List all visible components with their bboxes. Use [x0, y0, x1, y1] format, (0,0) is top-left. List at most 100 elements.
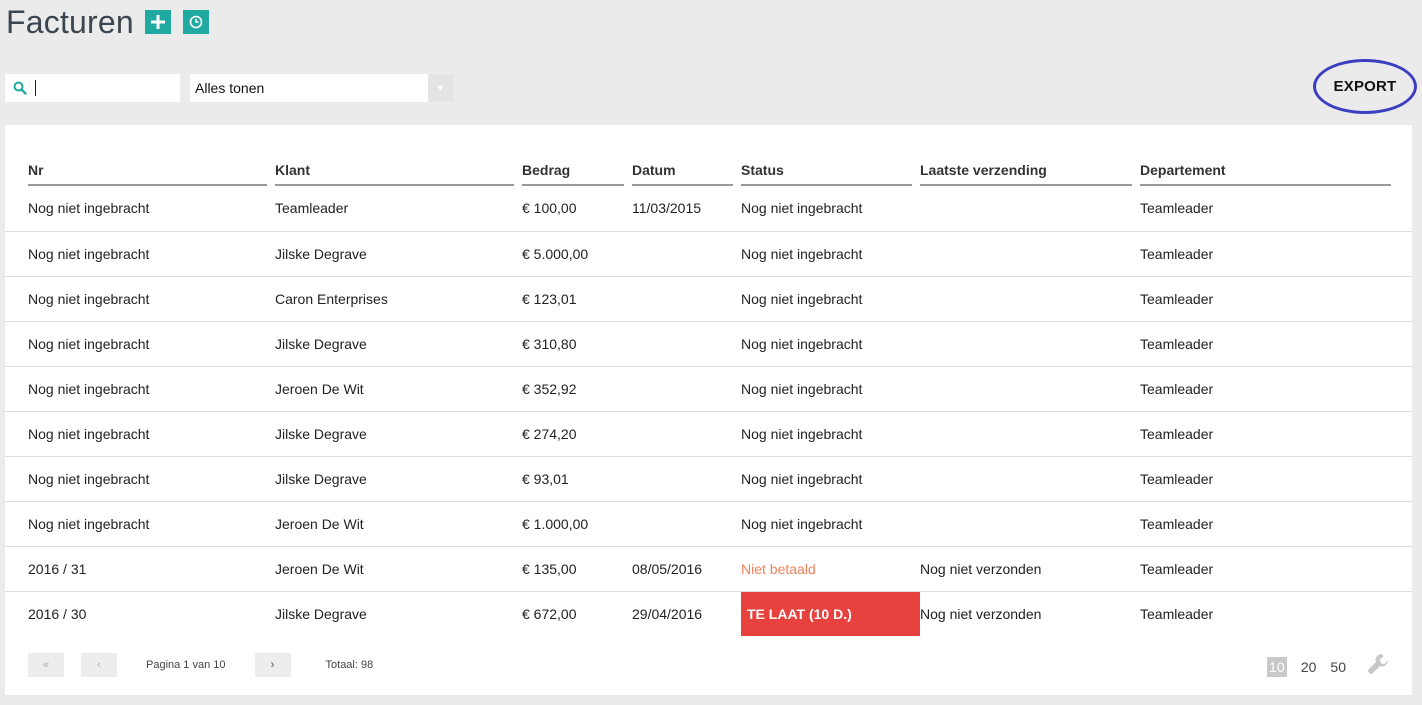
- cell-nr: Nog niet ingebracht: [5, 231, 275, 277]
- page-size-selector: 10 20 50: [1266, 652, 1390, 681]
- invoices-panel: Nr Klant Bedrag Datum Status Laatste ver…: [5, 125, 1412, 695]
- cell-nr: Nog niet ingebracht: [5, 501, 275, 547]
- add-invoice-button[interactable]: [144, 10, 171, 34]
- page-size-10[interactable]: 10: [1266, 656, 1287, 677]
- cell-departement: Teamleader: [1140, 411, 1412, 457]
- cell-departement: Teamleader: [1140, 605, 1214, 622]
- plus-icon: [150, 15, 165, 29]
- column-header-datum[interactable]: Datum: [632, 149, 741, 186]
- cell-laatste-verzending: [920, 501, 1140, 547]
- cell-klant: Jilske Degrave: [275, 605, 367, 622]
- cell-datum: 08/05/2016: [632, 546, 741, 592]
- cell-departement: Teamleader: [1140, 321, 1412, 367]
- table-row[interactable]: Nog niet ingebracht Caron Enterprises € 12…: [5, 276, 1412, 322]
- prev-page-button[interactable]: ‹: [81, 653, 117, 677]
- cell-departement: Teamleader: [1140, 186, 1412, 232]
- cell-bedrag: € 135,00: [522, 546, 632, 592]
- chevron-down-icon[interactable]: ▼: [428, 74, 453, 102]
- table-row[interactable]: Nog niet ingebracht Jilske Degrave € 5.000…: [5, 231, 1412, 277]
- page-header: Facturen: [6, 2, 209, 42]
- cell-nr: Nog niet ingebracht: [5, 411, 275, 457]
- cell-status: Nog niet ingebracht: [741, 366, 920, 412]
- cell-departement: Teamleader: [1140, 546, 1412, 592]
- cell-status: Nog niet ingebracht: [741, 231, 920, 277]
- status-badge: Niet betaald: [741, 546, 920, 592]
- cell-klant: Jeroen De Wit: [275, 366, 522, 412]
- cell-departement: Teamleader: [1140, 276, 1412, 322]
- cell-bedrag: € 100,00: [522, 186, 632, 232]
- table-row[interactable]: Nog niet ingebracht Teamleader € 100,00 11/…: [5, 186, 1412, 232]
- page-info: Pagina 1 van 10: [146, 659, 226, 671]
- export-highlight: EXPORT: [1313, 59, 1417, 114]
- cell-nr: Nog niet ingebracht: [5, 276, 275, 322]
- cell-datum: [632, 456, 741, 502]
- cell-bedrag: € 5.000,00: [522, 231, 632, 277]
- cell-status: Nog niet ingebracht: [741, 501, 920, 547]
- column-header-nr[interactable]: Nr: [5, 149, 275, 186]
- cell-nr: Nog niet ingebracht: [5, 186, 275, 232]
- search-input[interactable]: [35, 80, 175, 96]
- cell-status: Nog niet ingebracht: [741, 411, 920, 457]
- cell-nr: Nog niet ingebracht: [5, 456, 275, 502]
- cell-klant: Jilske Degrave: [275, 321, 522, 367]
- cell-departement: Teamleader: [1140, 501, 1412, 547]
- cell-status: Nog niet ingebracht: [741, 321, 920, 367]
- cell-nr: 2016 / 31: [5, 546, 275, 592]
- cell-bedrag: € 93,01: [522, 456, 632, 502]
- cell-laatste-verzending: Nog niet verzonden: [920, 605, 1042, 622]
- page-title: Facturen: [6, 3, 134, 40]
- cell-laatste-verzending: [920, 456, 1140, 502]
- table-row[interactable]: Nog niet ingebracht Jeroen De Wit € 352,92…: [5, 366, 1412, 412]
- cell-klant: Caron Enterprises: [275, 276, 522, 322]
- export-button[interactable]: EXPORT: [1334, 78, 1397, 95]
- cell-datum: [632, 501, 741, 547]
- cell-bedrag: € 310,80: [522, 321, 632, 367]
- table-row[interactable]: 2016 / 30 Jilske Degrave € 672,00 29/04/201…: [5, 591, 1412, 636]
- cell-status: Nog niet ingebracht: [741, 456, 920, 502]
- table-row[interactable]: Nog niet ingebracht Jilske Degrave € 93,01…: [5, 456, 1412, 502]
- cell-status: Nog niet ingebracht: [741, 186, 920, 232]
- cell-laatste-verzending: [920, 366, 1140, 412]
- page-size-20[interactable]: 20: [1301, 659, 1317, 675]
- status-badge: TE LAAT (10 D.): [741, 591, 920, 636]
- cell-klant: Jilske Degrave: [275, 231, 522, 277]
- column-header-laatste-verzending[interactable]: Laatste verzending: [920, 149, 1140, 186]
- cell-departement: Teamleader: [1140, 366, 1412, 412]
- cell-laatste-verzending: [920, 411, 1140, 457]
- wrench-icon[interactable]: [1366, 652, 1390, 681]
- cell-bedrag: € 123,01: [522, 276, 632, 322]
- filter-select[interactable]: Alles tonen ▼: [190, 74, 453, 102]
- history-button[interactable]: [182, 10, 209, 34]
- cell-datum: 29/04/2016: [632, 605, 703, 622]
- cell-bedrag: € 672,00: [522, 605, 577, 622]
- cell-datum: [632, 366, 741, 412]
- page-size-50[interactable]: 50: [1330, 659, 1346, 675]
- cell-nr: Nog niet ingebracht: [5, 366, 275, 412]
- cell-status: Nog niet ingebracht: [741, 276, 920, 322]
- column-header-bedrag[interactable]: Bedrag: [522, 149, 632, 186]
- cell-bedrag: € 274,20: [522, 411, 632, 457]
- cell-datum: [632, 321, 741, 367]
- invoices-table: Nr Klant Bedrag Datum Status Laatste ver…: [5, 149, 1412, 636]
- column-header-klant[interactable]: Klant: [275, 149, 522, 186]
- pagination: « ‹ Pagina 1 van 10 › Totaal: 98: [28, 653, 373, 677]
- clock-icon: [189, 15, 203, 29]
- column-header-departement[interactable]: Departement: [1140, 149, 1412, 186]
- cell-laatste-verzending: [920, 231, 1140, 277]
- cell-datum: [632, 411, 741, 457]
- table-row[interactable]: 2016 / 31 Jeroen De Wit € 135,00 08/05/2016…: [5, 546, 1412, 592]
- total-count: Totaal: 98: [325, 659, 374, 671]
- cell-datum: [632, 231, 741, 277]
- next-page-button[interactable]: ›: [254, 653, 291, 677]
- table-row[interactable]: Nog niet ingebracht Jilske Degrave € 310,8…: [5, 321, 1412, 367]
- cell-laatste-verzending: Nog niet verzonden: [920, 546, 1140, 592]
- table-row[interactable]: Nog niet ingebracht Jilske Degrave € 274,2…: [5, 411, 1412, 457]
- first-page-button[interactable]: «: [28, 653, 64, 677]
- filter-selected-value: Alles tonen: [195, 80, 265, 96]
- cell-klant: Teamleader: [275, 186, 522, 232]
- cell-klant: Jeroen De Wit: [275, 546, 522, 592]
- column-header-status[interactable]: Status: [741, 149, 920, 186]
- cell-departement: Teamleader: [1140, 231, 1412, 277]
- cell-laatste-verzending: [920, 321, 1140, 367]
- table-row[interactable]: Nog niet ingebracht Jeroen De Wit € 1.000,…: [5, 501, 1412, 547]
